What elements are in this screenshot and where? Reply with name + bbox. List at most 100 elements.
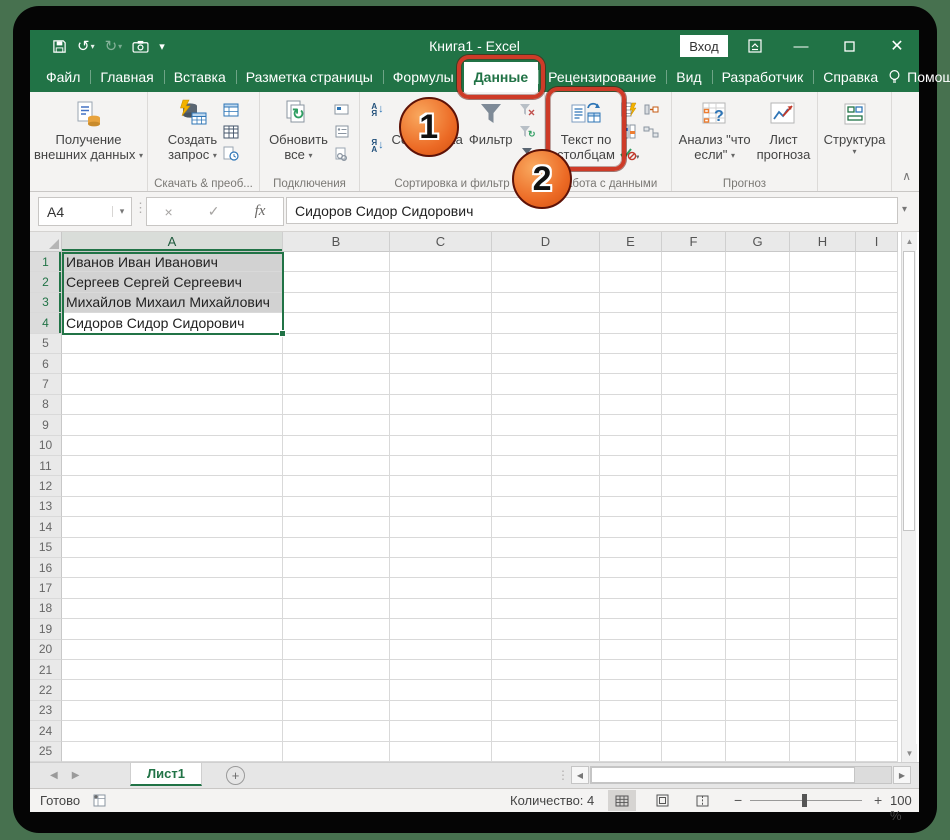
row-header-5[interactable]: 5 [30, 333, 62, 354]
connections-icon[interactable] [331, 100, 353, 119]
cell-D24[interactable] [492, 721, 600, 742]
cell-B3[interactable] [283, 292, 390, 314]
cell-I11[interactable] [856, 456, 898, 477]
cell-H13[interactable] [790, 496, 856, 518]
cell-B21[interactable] [283, 660, 390, 681]
cell-D23[interactable] [492, 700, 600, 722]
row-header-4[interactable]: 4 [30, 313, 62, 334]
what-if-analysis-button[interactable]: ? Анализ "что если" ▾ [676, 95, 754, 164]
cell-G4[interactable] [726, 313, 790, 334]
cell-G20[interactable] [726, 639, 790, 660]
structure-button[interactable]: Структура ▾ [821, 95, 889, 157]
cell-G23[interactable] [726, 700, 790, 722]
name-box[interactable]: A4 ▾ [38, 197, 132, 226]
row-header-20[interactable]: 20 [30, 639, 62, 660]
tab-view[interactable]: Вид [666, 62, 711, 92]
cell-D18[interactable] [492, 598, 600, 620]
cell-E18[interactable] [600, 598, 662, 620]
row-header-18[interactable]: 18 [30, 598, 62, 620]
cell-H25[interactable] [790, 741, 856, 762]
flash-fill-icon[interactable] [618, 100, 640, 119]
cell-A16[interactable] [62, 558, 283, 579]
new-query-button[interactable]: Создать запрос ▾ [165, 95, 220, 164]
row-header-1[interactable]: 1 [30, 252, 62, 273]
cell-G13[interactable] [726, 496, 790, 518]
cell-E23[interactable] [600, 700, 662, 722]
sort-za-button[interactable]: Я А ↓ [366, 136, 388, 155]
cell-B22[interactable] [283, 680, 390, 701]
cell-D19[interactable] [492, 619, 600, 640]
row-header-9[interactable]: 9 [30, 415, 62, 436]
cell-E25[interactable] [600, 741, 662, 762]
ribbon-display-options-button[interactable] [742, 30, 768, 62]
cell-D12[interactable] [492, 476, 600, 497]
cell-I18[interactable] [856, 598, 898, 620]
cell-H14[interactable] [790, 517, 856, 538]
cell-G5[interactable] [726, 333, 790, 354]
row-header-6[interactable]: 6 [30, 354, 62, 375]
view-normal-button[interactable] [608, 790, 636, 811]
cell-F14[interactable] [662, 517, 726, 538]
cell-I10[interactable] [856, 435, 898, 456]
cell-F1[interactable] [662, 252, 726, 273]
refresh-all-button[interactable]: ↻ Обновить все ▾ [266, 95, 331, 164]
cell-I19[interactable] [856, 619, 898, 640]
cell-H8[interactable] [790, 394, 856, 416]
cell-H5[interactable] [790, 333, 856, 354]
cell-F20[interactable] [662, 639, 726, 660]
cell-E15[interactable] [600, 537, 662, 558]
cell-A3[interactable]: Михайлов Михаил Михайлович [62, 292, 283, 314]
cell-I17[interactable] [856, 578, 898, 599]
column-header-H[interactable]: H [790, 232, 856, 252]
cell-F6[interactable] [662, 354, 726, 375]
cell-A6[interactable] [62, 354, 283, 375]
cell-F22[interactable] [662, 680, 726, 701]
cell-B14[interactable] [283, 517, 390, 538]
cell-F7[interactable] [662, 374, 726, 395]
horizontal-scroll-thumb[interactable] [591, 767, 855, 783]
row-header-23[interactable]: 23 [30, 700, 62, 722]
cell-E6[interactable] [600, 354, 662, 375]
cell-A22[interactable] [62, 680, 283, 701]
column-header-C[interactable]: C [390, 232, 492, 252]
row-header-19[interactable]: 19 [30, 619, 62, 640]
cell-E1[interactable] [600, 252, 662, 273]
cell-A12[interactable] [62, 476, 283, 497]
cell-E17[interactable] [600, 578, 662, 599]
add-sheet-button[interactable]: + [226, 766, 245, 785]
column-header-G[interactable]: G [726, 232, 790, 252]
sort-az-button[interactable]: А Я ↓ [366, 100, 388, 119]
cell-H6[interactable] [790, 354, 856, 375]
cell-H18[interactable] [790, 598, 856, 620]
tab-home[interactable]: Главная [90, 62, 163, 92]
cell-H10[interactable] [790, 435, 856, 456]
view-page-layout-button[interactable] [648, 790, 676, 811]
cell-D21[interactable] [492, 660, 600, 681]
row-header-24[interactable]: 24 [30, 721, 62, 742]
cell-B9[interactable] [283, 415, 390, 436]
cell-A18[interactable] [62, 598, 283, 620]
scroll-left-icon[interactable]: ◀ [571, 766, 589, 784]
cell-F23[interactable] [662, 700, 726, 722]
row-header-7[interactable]: 7 [30, 374, 62, 395]
cell-H21[interactable] [790, 660, 856, 681]
from-table-icon[interactable] [220, 122, 242, 141]
tab-file[interactable]: Файл [36, 62, 90, 92]
cell-E4[interactable] [600, 313, 662, 334]
cell-I1[interactable] [856, 252, 898, 273]
scroll-down-icon[interactable]: ▼ [902, 744, 917, 762]
cell-B20[interactable] [283, 639, 390, 660]
cell-D1[interactable] [492, 252, 600, 273]
cell-G17[interactable] [726, 578, 790, 599]
cell-C7[interactable] [390, 374, 492, 395]
cell-I9[interactable] [856, 415, 898, 436]
cell-F2[interactable] [662, 272, 726, 293]
cell-I7[interactable] [856, 374, 898, 395]
cell-F8[interactable] [662, 394, 726, 416]
cell-A9[interactable] [62, 415, 283, 436]
cell-I16[interactable] [856, 558, 898, 579]
cell-F13[interactable] [662, 496, 726, 518]
collapse-ribbon-button[interactable]: ∧ [902, 169, 911, 183]
cell-G7[interactable] [726, 374, 790, 395]
row-header-10[interactable]: 10 [30, 435, 62, 456]
